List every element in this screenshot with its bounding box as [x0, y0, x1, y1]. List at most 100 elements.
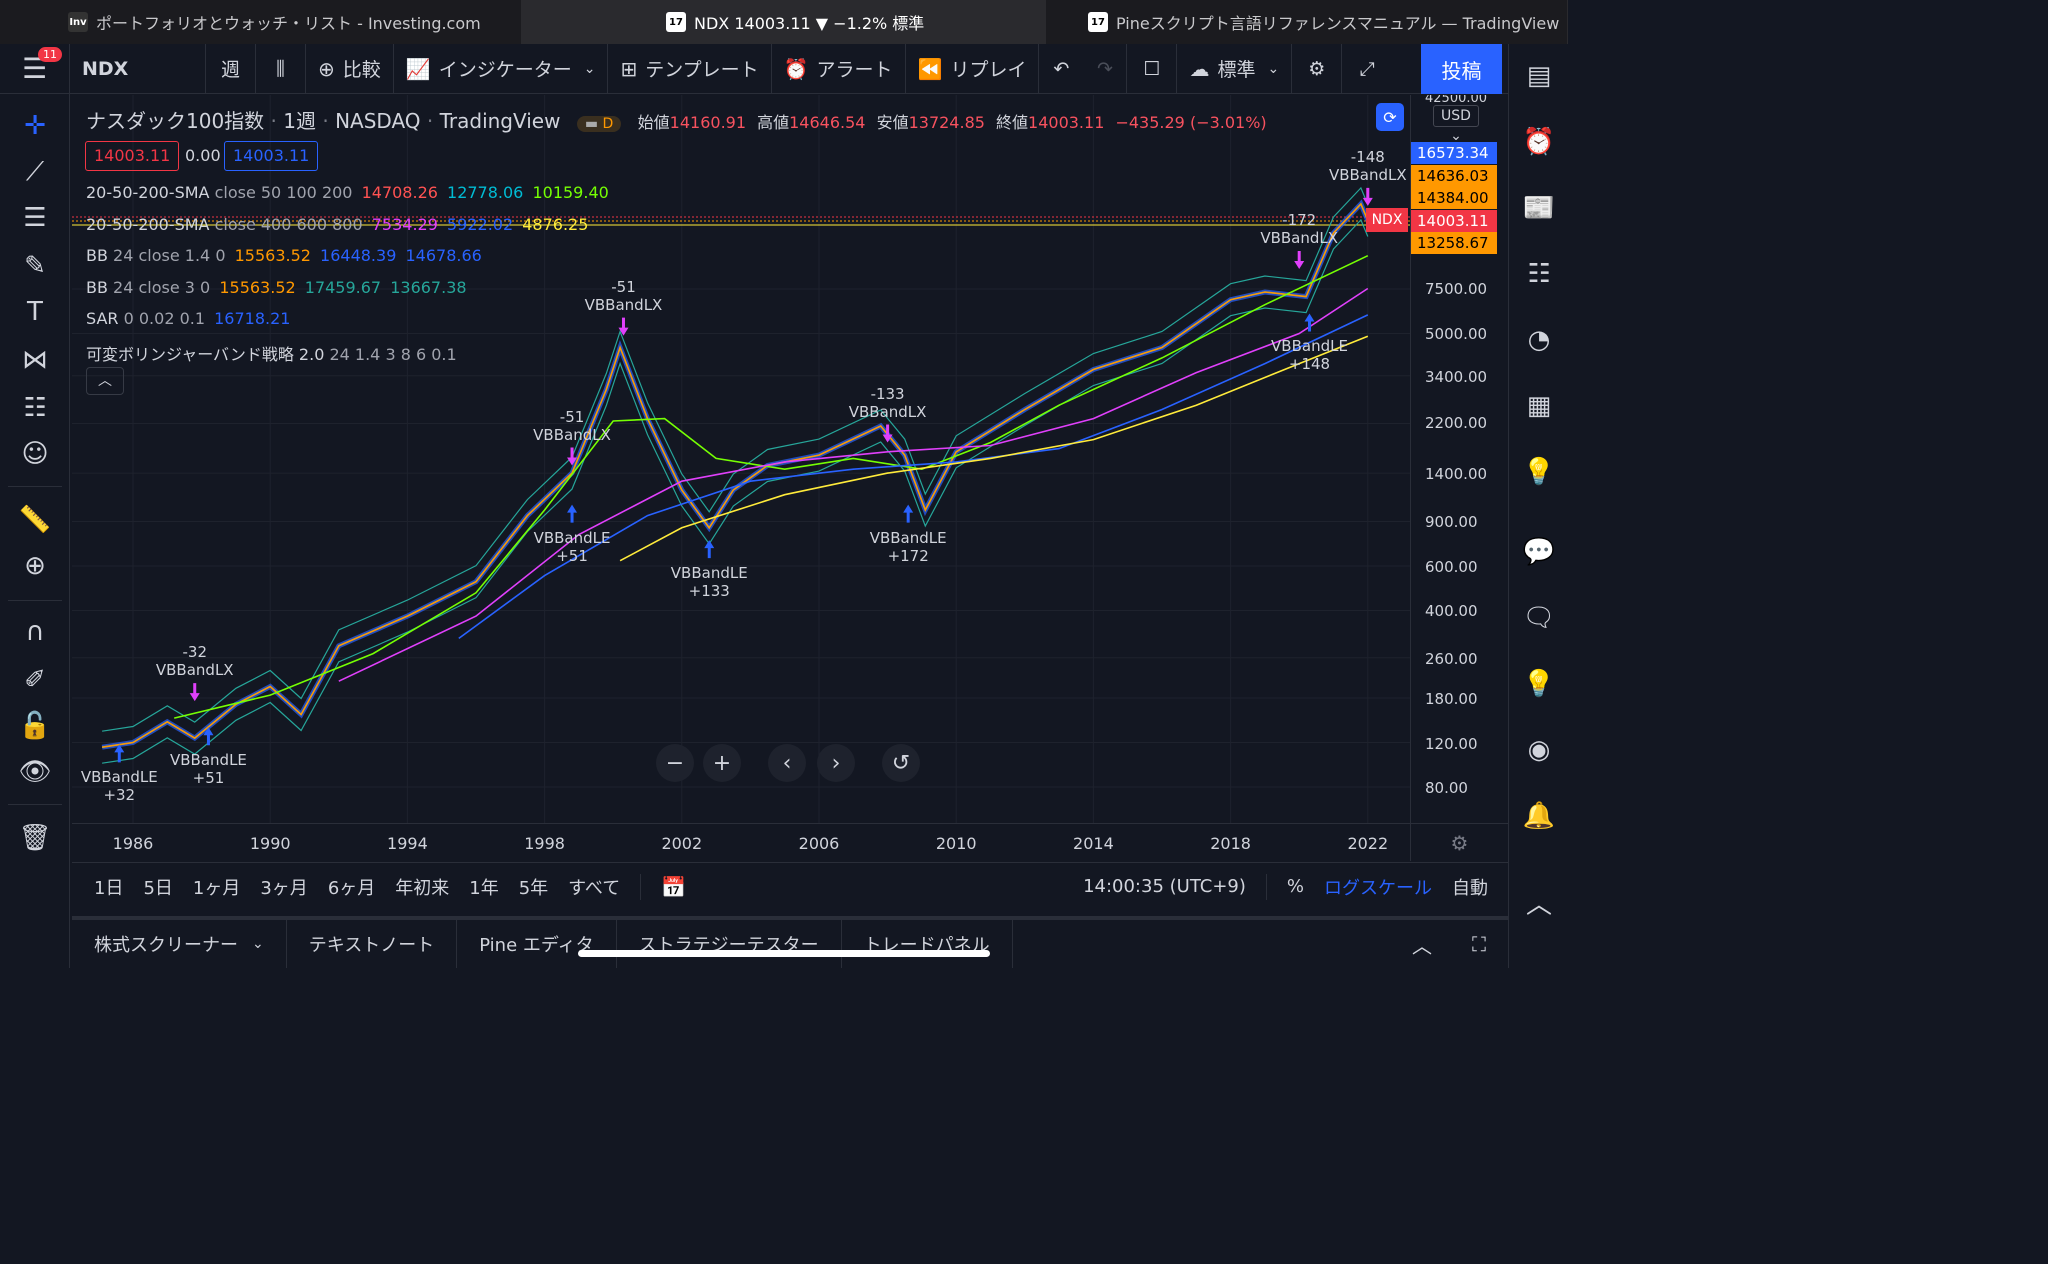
alarm-clock-icon[interactable]: ⏰ [1519, 122, 1559, 162]
tab-trade-panel[interactable]: トレードパネル [842, 920, 1013, 968]
price-label: 16573.34 [1411, 142, 1497, 164]
fib-retracement-icon[interactable]: ☰ [15, 198, 55, 238]
post-button[interactable]: 投稿 [1421, 44, 1502, 94]
browser-tab-investing[interactable]: Inv ポートフォリオとウォッチ・リスト - Investing.com × [0, 0, 552, 44]
scroll-right-button[interactable]: › [817, 744, 855, 782]
messages-icon[interactable]: 🗨 [1519, 598, 1559, 638]
percent-toggle[interactable]: % [1277, 876, 1314, 897]
legend-collapse-button[interactable]: ︿ [86, 367, 124, 395]
bid-price-box[interactable]: 14003.11 [85, 141, 180, 171]
browser-tab-ndx[interactable]: 17 NDX 14003.11 ▼ −1.2% 標準 [522, 0, 1046, 44]
zoom-in-icon[interactable]: ⊕ [15, 546, 55, 586]
zoom-out-button[interactable]: − [656, 744, 694, 782]
alarm-icon: ⏰ [783, 56, 809, 81]
indicator-legend-row[interactable]: SAR 0 0.02 0.1 16718.21 [86, 309, 290, 328]
fullscreen-button[interactable]: ⤢ [1342, 44, 1392, 94]
chart-type-button[interactable]: ⫼ [256, 43, 306, 94]
lock-icon[interactable]: 🔓 [15, 706, 55, 746]
trash-icon[interactable]: 🗑 [15, 818, 55, 858]
interval-button[interactable]: 週 [206, 43, 256, 94]
symbol-search[interactable]: NDX [70, 43, 206, 94]
hotlist-icon[interactable]: ◔ [1519, 320, 1559, 360]
range-5d[interactable]: 5日 [133, 874, 182, 900]
chats-icon[interactable]: 💬 [1519, 532, 1559, 572]
indicator-params: 0 0.02 0.1 [123, 309, 211, 328]
alert-button[interactable]: ⏰ アラート [772, 43, 906, 94]
scroll-left-button[interactable]: ‹ [768, 744, 806, 782]
menu-button[interactable]: ☰ 11 [0, 43, 70, 94]
prediction-icon[interactable]: ☷ [15, 388, 55, 428]
auto-scale-toggle[interactable]: 自動 [1442, 874, 1508, 900]
layout-save-button[interactable]: ☁ 標準 ⌄ [1177, 43, 1293, 94]
range-1m[interactable]: 1ヶ月 [183, 874, 250, 900]
streams-icon[interactable]: 💡 [1519, 664, 1559, 704]
clock-readout[interactable]: 14:00:35 (UTC+9) [1073, 876, 1256, 897]
chart-pane[interactable]: ナスダック100指数 · 1週 · NASDAQ · TradingView ▬… [72, 95, 1410, 823]
indicator-legend-row[interactable]: 20-50-200-SMA close 400 600 800 7534.29 … [86, 215, 588, 234]
indicators-button[interactable]: 📈 インジケーター ⌄ [394, 43, 609, 94]
pattern-icon[interactable]: ⋈ [15, 340, 55, 380]
rewind-icon: ⏪ [917, 56, 943, 81]
indicator-params: 24 1.4 3 8 6 0.1 [329, 344, 457, 364]
d-badge-label: D [602, 116, 614, 132]
emoji-icon[interactable]: ☺ [15, 434, 55, 474]
currency-select[interactable]: USD ⌄ [1433, 105, 1479, 144]
timeframe-label: 1週 [283, 109, 316, 133]
trend-line-icon[interactable]: ⟋ [15, 152, 55, 192]
eye-icon[interactable]: 👁 [15, 752, 55, 792]
watchlist-icon[interactable]: ▤ [1519, 56, 1559, 96]
replay-button[interactable]: ⏪ リプレイ [906, 43, 1040, 94]
broadcast-icon[interactable]: ◉ [1519, 730, 1559, 770]
moving-average-line [174, 254, 1369, 719]
tab-pine-editor[interactable]: Pine エディタ [457, 920, 617, 968]
indicator-legend-row[interactable]: 可変ボリンジャーバンド戦略 2.0 24 1.4 3 8 6 0.1 [86, 341, 457, 365]
templates-button[interactable]: ⊞ テンプレート [608, 43, 772, 94]
settings-button[interactable]: ⚙ [1292, 43, 1343, 94]
time-axis[interactable]: 1986 1990 1994 1998 2002 2006 2010 2014 2018 2022 [72, 823, 1410, 861]
tab-strategy-tester[interactable]: ストラテジーテスター [617, 920, 842, 968]
magnet-icon[interactable]: ∩ [15, 612, 55, 652]
chevron-up-icon[interactable]: ︿ [1519, 882, 1559, 922]
range-5y[interactable]: 5年 [509, 874, 558, 900]
panel-maximize-button[interactable]: ⛶ [1450, 932, 1508, 956]
price-tick: 3400.00 [1425, 368, 1488, 386]
calendar-goto-icon[interactable]: 📅 [651, 875, 696, 899]
ask-price-box[interactable]: 14003.11 [224, 141, 319, 171]
indicator-legend-row[interactable]: BB 24 close 3 0 15563.52 17459.67 13667.… [86, 278, 467, 297]
axis-settings-button[interactable]: ⚙ [1410, 823, 1508, 861]
indicator-legend-row[interactable]: BB 24 close 1.4 0 15563.52 16448.39 1467… [86, 246, 482, 265]
tab-text-notes[interactable]: テキストノート [287, 920, 458, 968]
price-axis[interactable]: 42500.00 7500.00 5000.00 3400.00 2200.00 1400… [1410, 95, 1508, 823]
crosshair-icon[interactable]: ✛ [15, 106, 55, 146]
layout-select-button[interactable]: ☐ [1127, 43, 1178, 94]
range-all[interactable]: すべて [558, 874, 630, 900]
tab-stock-screener[interactable]: 株式スクリーナー ⌄ [72, 920, 287, 968]
browser-tab-pine-reference[interactable]: 17 Pineスクリプト言語リファレンスマニュアル — TradingView [1046, 0, 1568, 44]
ideas-icon[interactable]: 💡 [1519, 452, 1559, 492]
compare-button[interactable]: ⊕ 比較 [306, 43, 394, 94]
data-window-icon[interactable]: ☷ [1519, 254, 1559, 294]
range-1d[interactable]: 1日 [72, 874, 133, 900]
undo-button[interactable]: ↶ [1039, 44, 1083, 94]
time-tick: 2018 [1210, 834, 1251, 853]
redo-button[interactable]: ↷ [1083, 43, 1128, 94]
calendar-icon[interactable]: ▦ [1519, 386, 1559, 426]
news-icon[interactable]: 📰 [1519, 188, 1559, 228]
alert-label: アラート [816, 59, 893, 81]
panel-collapse-button[interactable]: ︿ [1394, 930, 1450, 959]
sync-icon[interactable]: ⟳ [1376, 103, 1404, 131]
range-6m[interactable]: 6ヶ月 [318, 874, 385, 900]
range-3m[interactable]: 3ヶ月 [250, 874, 317, 900]
notifications-bell-icon[interactable]: 🔔 [1519, 796, 1559, 836]
zoom-in-button[interactable]: + [703, 744, 741, 782]
price-chart[interactable] [72, 95, 1410, 823]
range-1y[interactable]: 1年 [459, 874, 508, 900]
brush-icon[interactable]: ✎ [15, 246, 55, 286]
range-ytd[interactable]: 年初来 [385, 874, 459, 900]
text-tool-icon[interactable]: T [15, 292, 55, 332]
reset-chart-button[interactable]: ↺ [882, 744, 920, 782]
ruler-icon[interactable]: 📏 [15, 500, 55, 540]
log-scale-toggle[interactable]: ログスケール [1314, 874, 1442, 900]
indicator-legend-row[interactable]: 20-50-200-SMA close 50 100 200 14708.26 … [86, 183, 609, 202]
lock-pencil-icon[interactable]: ✐ [15, 660, 55, 700]
